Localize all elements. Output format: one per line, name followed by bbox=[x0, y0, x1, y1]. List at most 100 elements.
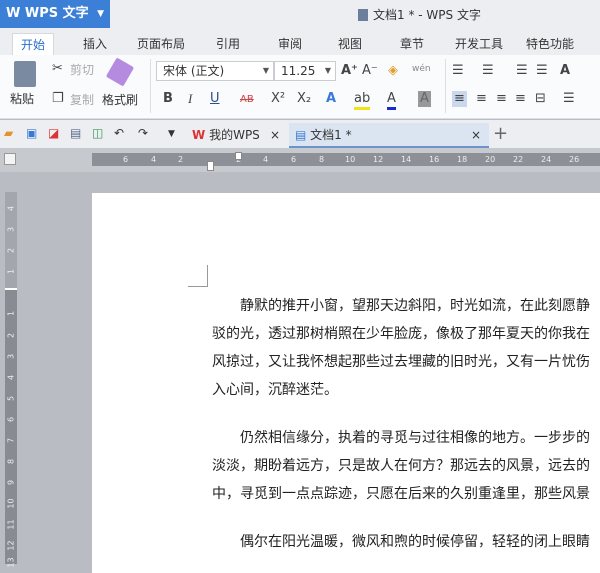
grow-font-button[interactable]: A⁺ bbox=[341, 63, 358, 79]
paragraph[interactable]: 静默的推开小窗，望那天边斜阳，时光如流，在此刻愿静 驳的光，透过那树梢照在少年脸… bbox=[212, 292, 600, 404]
text-line: 入心间，沉醉迷茫。 bbox=[212, 382, 338, 398]
font-name-select[interactable]: 宋体 (正文) ▼ bbox=[156, 61, 274, 81]
line-spacing-icon[interactable]: ☰ bbox=[563, 91, 575, 107]
strikethrough-button[interactable]: AB bbox=[240, 92, 254, 108]
print-preview-icon[interactable]: ◫ bbox=[92, 126, 103, 140]
text-effect-icon[interactable]: A bbox=[326, 91, 336, 107]
left-indent-marker[interactable] bbox=[207, 161, 214, 171]
text-line: 淡淡，期盼着远方，只是故人在何方？那远去的风景，远去的 bbox=[212, 458, 590, 474]
vertical-ruler[interactable]: 4 3 2 1 1 2 3 4 5 6 7 8 9 10 11 12 13 bbox=[5, 192, 17, 568]
font-size-select[interactable]: 11.25 ▼ bbox=[274, 61, 336, 81]
phonetic-guide-button[interactable]: wén bbox=[412, 61, 431, 77]
tab-chapter[interactable]: 章节 bbox=[392, 33, 432, 55]
text-size-icon[interactable]: A bbox=[560, 63, 570, 79]
text-line: 风掠过，又让我怀想起那些过去埋藏的旧时光，又有一片忧伤 bbox=[212, 354, 590, 370]
tab-view[interactable]: 视图 bbox=[330, 33, 370, 55]
underline-button[interactable]: U bbox=[210, 91, 220, 107]
ruler-tick: 2 bbox=[178, 155, 184, 164]
document-icon bbox=[358, 9, 368, 21]
tab-home[interactable]: 开始 bbox=[12, 33, 55, 55]
ruler-tick: 8 bbox=[319, 155, 325, 164]
customize-dropdown-icon[interactable]: ▼ bbox=[168, 129, 175, 139]
close-icon[interactable]: × bbox=[270, 123, 280, 148]
divider bbox=[150, 59, 151, 113]
text-line: 驳的光，透过那树梢照在少年脸庞，像极了那年夏天的你我在 bbox=[212, 326, 590, 342]
ruler-tick: 20 bbox=[485, 155, 496, 164]
char-shading-icon[interactable]: A bbox=[418, 91, 431, 107]
shrink-font-button[interactable]: A⁻ bbox=[362, 63, 378, 79]
text-line: 静默的推开小窗，望那天边斜阳，时光如流，在此刻愿静 bbox=[240, 298, 590, 314]
redo-icon[interactable]: ↷ bbox=[138, 126, 148, 140]
bullet-list-icon[interactable]: ☰ bbox=[452, 63, 464, 79]
paragraph[interactable]: 偶尔在阳光温暖，微风和煦的时候停留，轻轻的闭上眼睛 bbox=[212, 528, 600, 556]
new-tab-icon[interactable]: + bbox=[493, 123, 508, 144]
bold-button[interactable]: B bbox=[163, 91, 173, 107]
export-pdf-icon[interactable]: ◪ bbox=[48, 126, 59, 140]
ruler-tick: 10 bbox=[345, 155, 356, 164]
tab-stop-selector[interactable] bbox=[4, 153, 16, 165]
doc-tab-document1[interactable]: ▤ 文档1 * × bbox=[289, 123, 489, 148]
ruler-tick: 7 bbox=[6, 437, 16, 444]
italic-button[interactable]: I bbox=[188, 91, 192, 107]
paste-icon[interactable] bbox=[14, 61, 36, 87]
document-page[interactable]: 静默的推开小窗，望那天边斜阳，时光如流，在此刻愿静 驳的光，透过那树梢照在少年脸… bbox=[92, 193, 600, 573]
quick-access-bar: ▰ ▣ ◪ ▤ ◫ ↶ ↷ ▼ W 我的WPS × ▤ 文档1 * × + bbox=[0, 120, 600, 148]
wps-menu-button[interactable]: W WPS 文字 ▼ bbox=[0, 0, 110, 28]
subscript-button[interactable]: X₂ bbox=[297, 91, 311, 107]
save-icon[interactable]: ▣ bbox=[26, 126, 37, 140]
font-name-value: 宋体 (正文) bbox=[163, 64, 225, 78]
ruler-tick: 24 bbox=[541, 155, 552, 164]
print-icon[interactable]: ▤ bbox=[70, 126, 81, 140]
clear-format-icon[interactable]: ◈ bbox=[388, 63, 398, 79]
format-painter-button[interactable]: 格式刷 bbox=[102, 92, 138, 108]
align-right-icon[interactable]: ≡ bbox=[496, 91, 507, 107]
ruler-tick: 1 bbox=[6, 268, 16, 275]
doc-tab-label: 文档1 * bbox=[310, 128, 352, 142]
ruler-tick: 4 bbox=[151, 155, 157, 164]
close-icon[interactable]: × bbox=[471, 123, 481, 148]
highlight-icon[interactable]: ab bbox=[354, 91, 371, 110]
tab-review[interactable]: 审阅 bbox=[270, 33, 310, 55]
tab-page-layout[interactable]: 页面布局 bbox=[129, 33, 193, 55]
copy-button[interactable]: 复制 bbox=[70, 92, 94, 108]
chevron-down-icon: ▼ bbox=[262, 66, 269, 75]
tab-developer[interactable]: 开发工具 bbox=[447, 33, 511, 55]
superscript-button[interactable]: X² bbox=[271, 91, 285, 107]
paragraph[interactable]: 仍然相信缘分，执着的寻觅与过往相像的地方。一步步的 淡淡，期盼着远方，只是故人在… bbox=[212, 424, 600, 508]
copy-icon: ❐ bbox=[52, 91, 64, 106]
ruler-tick: 3 bbox=[6, 226, 16, 233]
document-icon: ▤ bbox=[295, 128, 307, 142]
ruler-tick: 9 bbox=[6, 479, 16, 486]
ruler-tick: 16 bbox=[429, 155, 440, 164]
first-line-indent-marker[interactable] bbox=[235, 152, 242, 160]
ruler-tick: 22 bbox=[513, 155, 524, 164]
cut-button[interactable]: 剪切 bbox=[70, 62, 94, 78]
undo-icon[interactable]: ↶ bbox=[114, 126, 124, 140]
ruler-tick: 10 bbox=[6, 498, 16, 509]
increase-indent-icon[interactable]: ☰ bbox=[536, 63, 548, 79]
title-bar: W WPS 文字 ▼ 文档1 * - WPS 文字 bbox=[0, 0, 600, 28]
divider bbox=[445, 59, 446, 113]
align-center-icon[interactable]: ≡ bbox=[476, 91, 487, 107]
tab-references[interactable]: 引用 bbox=[208, 33, 248, 55]
justify-icon[interactable]: ≡ bbox=[515, 91, 526, 107]
ruler-tick: 2 bbox=[6, 332, 16, 339]
decrease-indent-icon[interactable]: ☰ bbox=[516, 63, 528, 79]
margin-marker bbox=[5, 288, 17, 290]
ruler-tick: 14 bbox=[401, 155, 412, 164]
paste-button[interactable]: 粘贴 bbox=[10, 91, 34, 107]
numbered-list-icon[interactable]: ☰ bbox=[482, 63, 494, 79]
distribute-icon[interactable]: ⊟ bbox=[535, 91, 546, 107]
tab-insert[interactable]: 插入 bbox=[75, 33, 115, 55]
text-line: 偶尔在阳光温暖，微风和煦的时候停留，轻轻的闭上眼睛 bbox=[240, 534, 590, 550]
doc-tab-my-wps[interactable]: W 我的WPS × bbox=[186, 123, 286, 148]
horizontal-ruler[interactable]: 6 4 2 2 4 6 8 10 12 14 16 18 20 22 24 26 bbox=[0, 148, 600, 172]
ruler-tick: 8 bbox=[6, 458, 16, 465]
tab-features[interactable]: 特色功能 bbox=[518, 33, 582, 55]
open-icon[interactable]: ▰ bbox=[4, 126, 13, 140]
ruler-tick: 6 bbox=[291, 155, 297, 164]
ruler-tick: 26 bbox=[569, 155, 580, 164]
font-color-icon[interactable]: A bbox=[387, 91, 396, 110]
align-left-icon[interactable]: ≡ bbox=[452, 91, 467, 107]
ruler-tick: 4 bbox=[6, 205, 16, 212]
